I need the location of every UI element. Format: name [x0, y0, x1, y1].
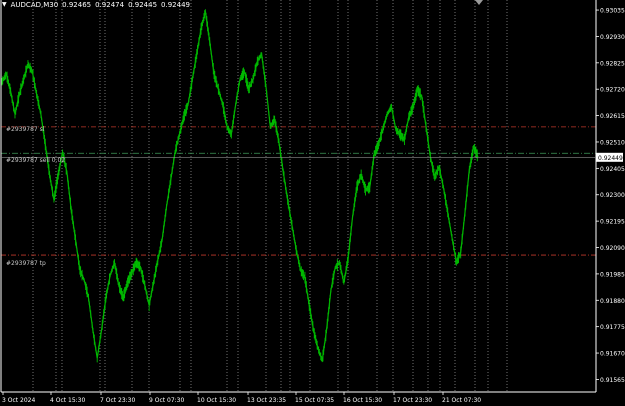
triangle-down-icon[interactable]: ▼ [2, 1, 7, 9]
price-tick-label: 0.92195 [600, 219, 625, 226]
close-price: 0.92449 [161, 1, 190, 9]
time-tick-label: 17 Oct 23:30 [393, 397, 432, 404]
price-tick-label: 0.92300 [600, 192, 625, 199]
time-tick-label: 7 Oct 23:30 [100, 397, 135, 404]
symbol-name: AUDCAD,M30 [10, 1, 59, 9]
high-price: 0.92474 [95, 1, 125, 9]
time-tick-label: 13 Oct 23:35 [247, 397, 286, 404]
sl-order-label: #2939787 sl [6, 126, 45, 133]
time-tick-label: 15 Oct 07:35 [295, 397, 334, 404]
price-tick-label: 0.92090 [600, 245, 625, 252]
chart-background [0, 0, 625, 406]
price-tick-label: 0.92720 [600, 87, 625, 94]
time-tick-label: 16 Oct 15:30 [343, 397, 382, 404]
tp-order-label: #2939787 tp [6, 260, 46, 267]
price-chart[interactable]: 0.93035 0.92930 0.92825 0.92720 0.92615 0.925… [0, 0, 625, 406]
price-tick-label: 0.91775 [600, 324, 625, 331]
scroll-shift-marker-icon[interactable] [475, 0, 483, 5]
price-tick-label: 0.91670 [600, 351, 625, 358]
time-tick-label: 3 Oct 2024 [2, 397, 35, 404]
price-tick-label: 0.93035 [600, 8, 625, 15]
sell-order-label: #2939787 sell 0.02 [6, 157, 66, 164]
time-tick-label: 10 Oct 15:30 [197, 397, 236, 404]
price-tick-label: 0.92510 [600, 139, 625, 146]
symbol-header: ▼ AUDCAD,M30 0.92465 0.92474 0.92445 0.9… [2, 1, 190, 9]
price-tick-label: 0.92405 [600, 166, 625, 173]
price-tick-label: 0.91565 [600, 377, 625, 384]
time-tick-label: 21 Oct 07:30 [442, 397, 481, 404]
time-tick-label: 4 Oct 15:30 [50, 397, 85, 404]
price-axis: 0.93035 0.92930 0.92825 0.92720 0.92615 0.925… [596, 8, 625, 384]
price-tick-label: 0.92825 [600, 60, 625, 67]
price-tick-label: 0.91880 [600, 298, 625, 305]
low-price: 0.92445 [128, 1, 158, 9]
time-tick-label: 9 Oct 07:30 [149, 397, 184, 404]
price-tick-label: 0.92615 [600, 113, 625, 120]
current-price-label: 0.92449 [598, 155, 623, 162]
price-tick-label: 0.91985 [600, 271, 625, 278]
price-tick-label: 0.92930 [600, 34, 625, 41]
open-price: 0.92465 [62, 1, 92, 9]
